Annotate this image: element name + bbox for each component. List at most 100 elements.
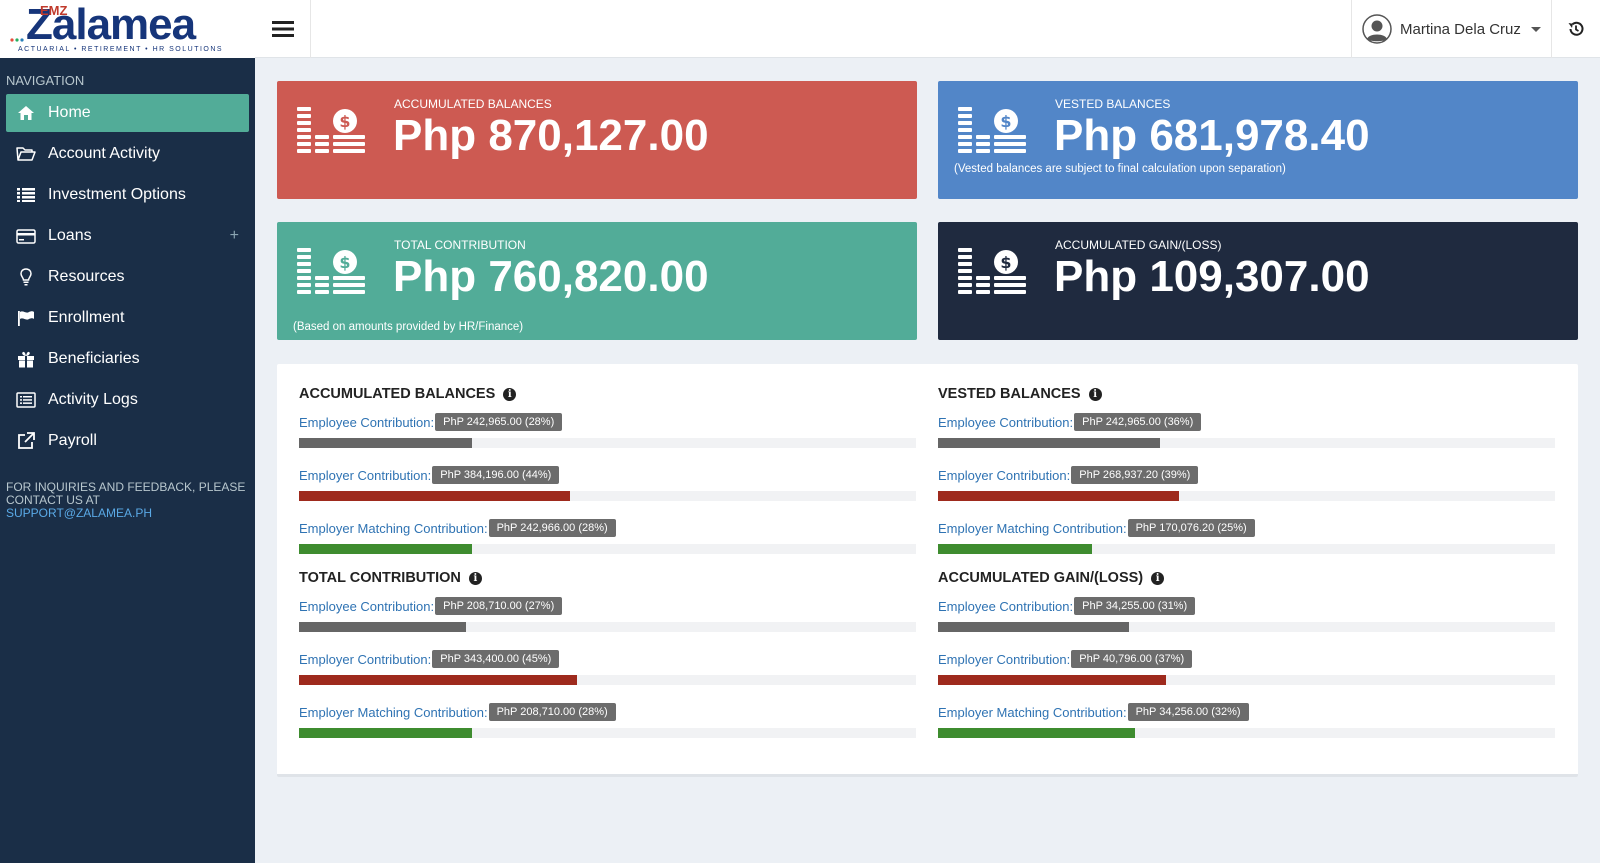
progress-fill bbox=[938, 491, 1179, 501]
logo-dots-icon bbox=[10, 37, 24, 42]
sidebar-item-beneficiaries[interactable]: Beneficiaries bbox=[6, 340, 249, 378]
user-name: Martina Dela Cruz bbox=[1400, 20, 1521, 38]
coins-icon: $ bbox=[958, 107, 1026, 153]
row-label[interactable]: Employer Matching Contribution: PhP 34,25… bbox=[938, 702, 1249, 722]
info-icon[interactable]: i bbox=[1088, 387, 1102, 401]
card-value: Php 109,307.00 bbox=[1054, 252, 1370, 301]
row-label[interactable]: Employer Contribution: PhP 384,196.00 (44… bbox=[299, 465, 560, 485]
sidebar-item-home[interactable]: Home bbox=[6, 94, 249, 132]
section-title: VESTED BALANCES i bbox=[938, 384, 1555, 404]
row-label-text: Employer Matching Contribution: bbox=[299, 704, 488, 720]
amount-badge: PhP 208,710.00 (27%) bbox=[435, 597, 563, 615]
inquiry-text: FOR INQUIRIES AND FEEDBACK, PLEASE CONTA… bbox=[6, 480, 246, 507]
progress-track bbox=[299, 728, 916, 738]
progress-track bbox=[938, 438, 1555, 448]
breakdown-row: Employee Contribution: PhP 242,965.00 (28… bbox=[299, 412, 916, 452]
breakdown-row: Employee Contribution: PhP 208,710.00 (27… bbox=[299, 596, 916, 636]
card-note: (Based on amounts provided by HR/Finance… bbox=[293, 321, 524, 333]
progress-fill bbox=[299, 438, 472, 448]
svg-text:$: $ bbox=[1000, 253, 1011, 272]
progress-fill bbox=[299, 491, 571, 501]
lightbulb-icon bbox=[16, 267, 36, 287]
amount-badge: PhP 34,256.00 (32%) bbox=[1127, 703, 1249, 721]
user-menu[interactable]: Martina Dela Cruz bbox=[1351, 0, 1551, 58]
progress-fill bbox=[299, 675, 577, 685]
progress-fill bbox=[299, 728, 472, 738]
accumulated-balances-section: ACCUMULATED BALANCES i Employee Contribu… bbox=[299, 384, 916, 554]
progress-track bbox=[299, 622, 916, 632]
sidebar-item-label: Account Activity bbox=[48, 145, 161, 162]
vested-balances-card: $ VESTED BALANCES Php 681,978.40 (Vested… bbox=[938, 81, 1578, 199]
row-label[interactable]: Employer Matching Contribution: PhP 242,9… bbox=[299, 518, 616, 538]
total-contribution-card: $ TOTAL CONTRIBUTION Php 760,820.00 (Bas… bbox=[277, 222, 917, 340]
sidebar-item-loans[interactable]: Loans + bbox=[6, 217, 249, 255]
row-label-text: Employee Contribution: bbox=[938, 414, 1074, 430]
row-label[interactable]: Employer Matching Contribution: PhP 170,0… bbox=[938, 518, 1255, 538]
amount-badge: PhP 170,076.20 (25%) bbox=[1127, 519, 1255, 537]
card-label: TOTAL CONTRIBUTION bbox=[394, 238, 526, 252]
expand-plus-icon[interactable]: + bbox=[230, 227, 239, 245]
progress-track bbox=[299, 491, 916, 501]
amount-badge: PhP 242,965.00 (28%) bbox=[435, 413, 563, 431]
row-label-text: Employer Contribution: bbox=[938, 651, 1071, 667]
progress-track bbox=[938, 675, 1555, 685]
list-icon bbox=[16, 185, 36, 205]
sidebar-item-investment-options[interactable]: Investment Options bbox=[6, 176, 249, 214]
support-email-link[interactable]: SUPPORT@ZALAMEA.PH bbox=[6, 507, 249, 520]
row-label[interactable]: Employee Contribution: PhP 34,255.00 (31%… bbox=[938, 596, 1196, 616]
row-label-text: Employer Matching Contribution: bbox=[938, 520, 1127, 536]
logo[interactable]: EMZ Zalamea ACTUARIAL • RETIREMENT • HR … bbox=[0, 0, 255, 58]
coins-icon: $ bbox=[297, 107, 365, 153]
info-icon[interactable]: i bbox=[468, 571, 482, 585]
svg-text:$: $ bbox=[1000, 112, 1011, 131]
sidebar-item-activity-logs[interactable]: Activity Logs bbox=[6, 381, 249, 419]
row-label[interactable]: Employer Matching Contribution: PhP 208,7… bbox=[299, 702, 616, 722]
row-label[interactable]: Employer Contribution: PhP 343,400.00 (45… bbox=[299, 649, 560, 669]
row-label[interactable]: Employer Contribution: PhP 268,937.20 (39… bbox=[938, 465, 1199, 485]
card-label: ACCUMULATED GAIN/(LOSS) bbox=[1055, 238, 1222, 252]
sidebar-item-resources[interactable]: Resources bbox=[6, 258, 249, 296]
nav-list: Home Account Activity Investment Options… bbox=[0, 94, 255, 460]
sidebar-item-label: Loans bbox=[48, 227, 92, 244]
progress-fill bbox=[938, 622, 1130, 632]
total-contribution-section: TOTAL CONTRIBUTION i Employee Contributi… bbox=[299, 568, 916, 738]
row-label[interactable]: Employee Contribution: PhP 242,965.00 (28… bbox=[299, 412, 563, 432]
logo-tagline: ACTUARIAL • RETIREMENT • HR SOLUTIONS bbox=[18, 45, 224, 53]
row-label[interactable]: Employee Contribution: PhP 242,965.00 (36… bbox=[938, 412, 1202, 432]
row-label[interactable]: Employer Contribution: PhP 40,796.00 (37%… bbox=[938, 649, 1193, 669]
row-label-text: Employer Contribution: bbox=[299, 467, 432, 483]
accumulated-balances-card: $ ACCUMULATED BALANCES Php 870,127.00 bbox=[277, 81, 917, 199]
amount-badge: PhP 384,196.00 (44%) bbox=[432, 466, 560, 484]
progress-track bbox=[299, 675, 916, 685]
menu-toggle-button[interactable] bbox=[255, 0, 311, 58]
history-icon bbox=[1568, 21, 1584, 36]
section-title: ACCUMULATED GAIN/(LOSS) i bbox=[938, 568, 1555, 588]
breakdown-row: Employer Matching Contribution: PhP 170,0… bbox=[938, 518, 1555, 558]
card-value: Php 760,820.00 bbox=[393, 252, 709, 301]
breakdown-panel: ACCUMULATED BALANCES i Employee Contribu… bbox=[277, 364, 1578, 777]
row-label-text: Employee Contribution: bbox=[299, 414, 435, 430]
breakdown-row: Employer Matching Contribution: PhP 208,7… bbox=[299, 702, 916, 742]
sidebar-item-account-activity[interactable]: Account Activity bbox=[6, 135, 249, 173]
accumulated-gain-card: $ ACCUMULATED GAIN/(LOSS) Php 109,307.00 bbox=[938, 222, 1578, 340]
row-label-text: Employee Contribution: bbox=[299, 598, 435, 614]
svg-text:$: $ bbox=[339, 253, 350, 272]
breakdown-row: Employer Contribution: PhP 40,796.00 (37%… bbox=[938, 649, 1555, 689]
progress-track bbox=[938, 491, 1555, 501]
card-value: Php 681,978.40 bbox=[1054, 111, 1370, 160]
history-button[interactable] bbox=[1551, 0, 1600, 58]
breakdown-row: Employer Contribution: PhP 268,937.20 (39… bbox=[938, 465, 1555, 505]
row-label[interactable]: Employee Contribution: PhP 208,710.00 (27… bbox=[299, 596, 563, 616]
row-label-text: Employer Matching Contribution: bbox=[299, 520, 488, 536]
amount-badge: PhP 208,710.00 (28%) bbox=[488, 703, 616, 721]
progress-fill bbox=[299, 544, 472, 554]
sidebar-item-payroll[interactable]: Payroll bbox=[6, 422, 249, 460]
amount-badge: PhP 242,966.00 (28%) bbox=[488, 519, 616, 537]
info-icon[interactable]: i bbox=[1151, 571, 1165, 585]
section-title-text: VESTED BALANCES bbox=[938, 386, 1081, 402]
section-title-text: ACCUMULATED BALANCES bbox=[299, 386, 496, 402]
progress-fill bbox=[299, 622, 466, 632]
card-note: (Vested balances are subject to final ca… bbox=[954, 163, 1286, 175]
sidebar-item-enrollment[interactable]: Enrollment bbox=[6, 299, 249, 337]
info-icon[interactable]: i bbox=[503, 387, 517, 401]
